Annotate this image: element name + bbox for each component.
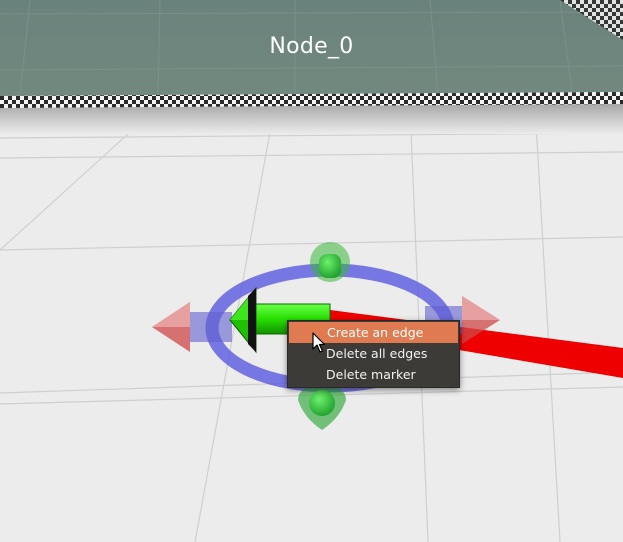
menu-item-delete-marker[interactable]: Delete marker (288, 364, 459, 385)
node-shadow (0, 104, 623, 134)
node-box[interactable] (0, 0, 623, 108)
3d-viewport[interactable] (0, 0, 623, 542)
translate-handle-top[interactable] (310, 242, 350, 282)
context-menu: Create an edge Delete all edges Delete m… (287, 320, 460, 388)
mouse-cursor-icon (312, 332, 326, 353)
